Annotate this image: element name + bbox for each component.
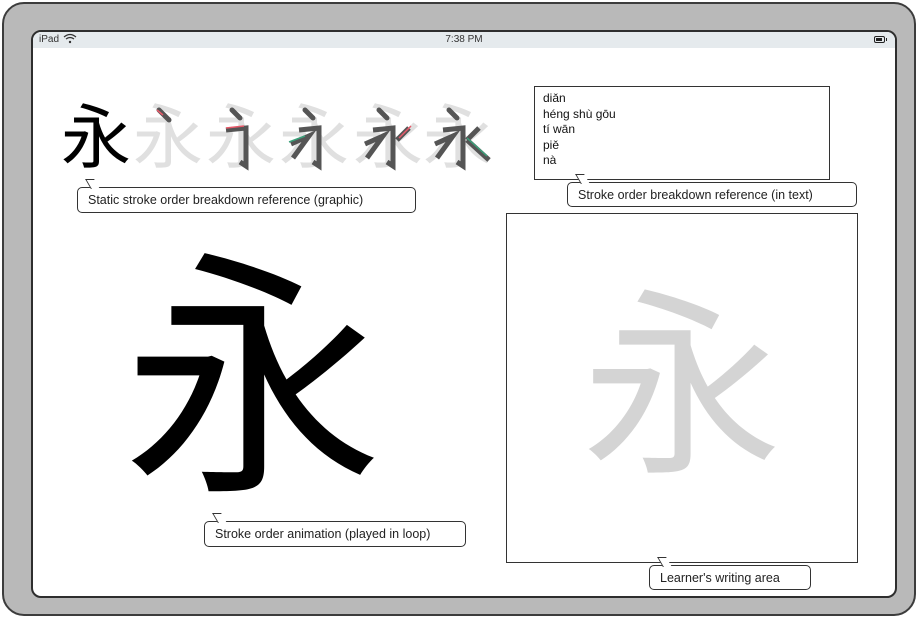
callout-graphic-text: Static stroke order breakdown reference … (88, 193, 364, 207)
callout-text-text: Stroke order breakdown reference (in tex… (578, 187, 813, 202)
battery-icon (874, 36, 887, 43)
stroke-highlight-icon (433, 107, 491, 171)
callout-graphic: Static stroke order breakdown reference … (77, 187, 416, 213)
callout-writing-text: Learner's writing area (660, 570, 780, 585)
stroke-order-strip: 永 永 永 永 永 永 (61, 97, 493, 179)
stroke-highlight-icon (288, 107, 322, 171)
stroke-name: héng shù gōu (543, 106, 616, 121)
stroke-name: piě (543, 137, 560, 152)
screen: iPad 7:38 PM 永 永 永 永 永 永 Static stroke o… (31, 30, 897, 598)
stroke-animation: 永 (123, 231, 383, 533)
writing-area[interactable]: 永 (506, 213, 858, 563)
stroke-frame-5: 永 (423, 98, 493, 178)
stroke-frame-1: 永 (133, 98, 203, 178)
stroke-frame-2: 永 (206, 98, 276, 178)
callout-animation-text: Stroke order animation (played in loop) (215, 527, 431, 541)
status-time: 7:38 PM (445, 34, 483, 45)
stroke-name: tí wān (543, 122, 576, 136)
status-bar: iPad 7:38 PM (33, 32, 895, 48)
callout-animation: Stroke order animation (played in loop) (204, 521, 466, 547)
stroke-highlight-icon (225, 107, 249, 171)
stroke-frame-complete: 永 (61, 97, 131, 179)
writing-guide-glyph: 永 (581, 272, 782, 505)
stroke-name: nà (543, 153, 557, 167)
stroke-text-reference: diǎn héng shù gōu tí wān piě nà (534, 86, 830, 180)
stroke-highlight-icon (156, 107, 172, 123)
callout-text: Stroke order breakdown reference (in tex… (567, 182, 857, 207)
stroke-frame-4: 永 (353, 98, 423, 178)
stroke-frame-3: 永 (279, 98, 349, 178)
ipad-frame: iPad 7:38 PM 永 永 永 永 永 永 Static stroke o… (2, 2, 916, 616)
stroke-name: diǎn (543, 91, 566, 105)
callout-writing: Learner's writing area (649, 565, 811, 590)
stroke-highlight-icon (363, 107, 412, 171)
